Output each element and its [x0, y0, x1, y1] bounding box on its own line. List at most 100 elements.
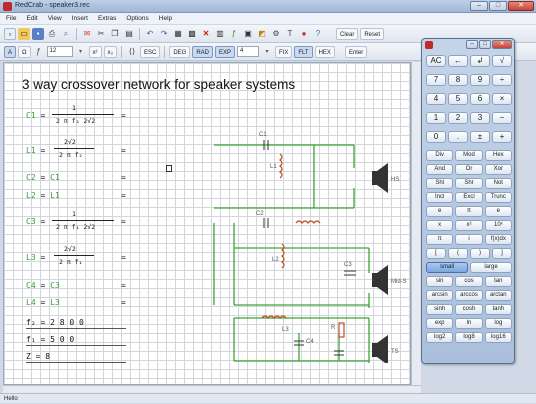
- paste-icon[interactable]: ▤: [123, 28, 135, 40]
- calc-key[interactable]: log8: [455, 332, 483, 343]
- delete-icon[interactable]: ✕: [200, 28, 212, 40]
- image-icon[interactable]: ◩: [256, 28, 268, 40]
- calc-key[interactable]: +: [492, 131, 512, 143]
- new-file-icon[interactable]: ▫: [4, 27, 16, 40]
- subscript-button[interactable]: x₃: [103, 45, 117, 58]
- print-icon[interactable]: ⎙: [46, 28, 58, 40]
- menu-edit[interactable]: Edit: [26, 15, 37, 22]
- calc-key[interactable]: e: [484, 206, 512, 217]
- param-f1[interactable]: f₁ = 5 0 0: [26, 335, 74, 344]
- calc-key[interactable]: 3: [470, 112, 490, 124]
- calc-key[interactable]: x: [426, 220, 454, 231]
- exp-digits-select[interactable]: 4: [237, 46, 260, 57]
- calc-key[interactable]: 4: [426, 93, 446, 105]
- calc-key[interactable]: arctan: [484, 290, 512, 301]
- calc-key[interactable]: 5: [448, 93, 468, 105]
- chevron-down-icon[interactable]: ▾: [75, 46, 87, 58]
- menu-help[interactable]: Help: [159, 15, 172, 22]
- flt-button[interactable]: FLT: [294, 45, 313, 58]
- calc-key[interactable]: log2: [426, 332, 454, 343]
- calc-key[interactable]: AC: [426, 55, 446, 67]
- menu-file[interactable]: File: [6, 15, 16, 22]
- calc-key[interactable]: 8: [448, 74, 468, 86]
- open-folder-icon[interactable]: ▭: [18, 27, 30, 40]
- equation-l3[interactable]: L3 =: [26, 253, 45, 262]
- calc-key[interactable]: π: [426, 234, 454, 245]
- cut-icon[interactable]: ✂: [95, 28, 107, 40]
- calc-key[interactable]: (: [448, 248, 468, 259]
- menu-view[interactable]: View: [48, 15, 62, 22]
- calc-key[interactable]: Shr: [455, 178, 483, 189]
- settings-icon[interactable]: ⚙: [270, 28, 282, 40]
- calc-key[interactable]: Shl: [426, 178, 454, 189]
- calc-key[interactable]: ×: [492, 93, 512, 105]
- calc-key[interactable]: large: [470, 262, 512, 273]
- calc-key[interactable]: ln: [455, 318, 483, 329]
- calc-key[interactable]: exp: [426, 318, 454, 329]
- calc-key[interactable]: cos: [455, 276, 483, 287]
- brackets-icon[interactable]: ⟨⟩: [126, 46, 138, 58]
- symbol-button[interactable]: Ω: [18, 45, 31, 58]
- enter-button[interactable]: Enter: [344, 45, 368, 58]
- redo-icon[interactable]: ↷: [158, 28, 170, 40]
- copy-icon[interactable]: ❐: [109, 28, 121, 40]
- equation-l1[interactable]: L1 =: [26, 146, 45, 155]
- menu-options[interactable]: Options: [126, 15, 148, 22]
- equation-l4[interactable]: L4 = L3: [26, 298, 60, 307]
- rad-button[interactable]: RAD: [192, 45, 213, 58]
- vertical-scrollbar[interactable]: [411, 62, 421, 385]
- calc-maximize-button[interactable]: □: [479, 40, 491, 49]
- function-icon[interactable]: ƒ: [228, 28, 240, 40]
- equation-c4[interactable]: C4 = C3: [26, 281, 60, 290]
- font-icon[interactable]: ƒ: [33, 46, 45, 58]
- calc-key[interactable]: Hex: [484, 150, 512, 161]
- calc-key[interactable]: tanh: [484, 304, 512, 315]
- chevron-down-icon[interactable]: ▾: [261, 46, 273, 58]
- redcrab-icon[interactable]: ♠: [298, 28, 310, 40]
- text-icon[interactable]: T: [284, 28, 296, 40]
- calc-key[interactable]: 1: [426, 112, 446, 124]
- calc-key[interactable]: sinh: [426, 304, 454, 315]
- param-f2[interactable]: f₂ = 2 8 0 0: [26, 318, 84, 327]
- calc-key[interactable]: f(x)dx: [484, 234, 512, 245]
- esc-button[interactable]: ESC: [139, 45, 161, 58]
- calc-key[interactable]: 10ˣ: [484, 220, 512, 231]
- calc-minimize-button[interactable]: –: [466, 40, 478, 49]
- clear-button[interactable]: Clear: [336, 27, 359, 40]
- calc-key[interactable]: ): [470, 248, 490, 259]
- calc-key[interactable]: Div: [426, 150, 454, 161]
- calc-key[interactable]: Mod: [455, 150, 483, 161]
- deg-button[interactable]: DEG: [169, 45, 191, 58]
- superscript-button[interactable]: x²: [88, 45, 102, 58]
- calc-key[interactable]: √: [492, 55, 512, 67]
- calc-key[interactable]: small: [426, 262, 468, 273]
- calc-key[interactable]: e: [426, 206, 454, 217]
- calc-key[interactable]: arcsin: [426, 290, 454, 301]
- calc-key[interactable]: [: [426, 248, 446, 259]
- equation-c1[interactable]: C1 =: [26, 111, 45, 120]
- calc-key[interactable]: tan: [484, 276, 512, 287]
- menu-extras[interactable]: Extras: [98, 15, 116, 22]
- matrix-icon[interactable]: ▣: [242, 28, 254, 40]
- chart-icon[interactable]: ▥: [214, 28, 226, 40]
- equation-c3[interactable]: C3 =: [26, 217, 45, 226]
- param-z[interactable]: Z = 8: [26, 352, 50, 361]
- equation-l2[interactable]: L2 = L1: [26, 191, 60, 200]
- calc-key[interactable]: 6: [470, 93, 490, 105]
- calc-key[interactable]: −: [492, 112, 512, 124]
- horizontal-scrollbar[interactable]: [3, 385, 421, 393]
- calc-key[interactable]: 2: [448, 112, 468, 124]
- hex-button[interactable]: HEX: [314, 45, 335, 58]
- calc-close-button[interactable]: ✕: [492, 40, 512, 49]
- equation-c2[interactable]: C2 = C1: [26, 173, 60, 182]
- calc-key[interactable]: 0: [426, 131, 446, 143]
- calc-key[interactable]: log16: [484, 332, 512, 343]
- worksheet[interactable]: 3 way crossover network for speaker syst…: [3, 62, 411, 385]
- calc-key[interactable]: Or: [455, 164, 483, 175]
- calc-key[interactable]: ↲: [470, 55, 490, 67]
- calc-key[interactable]: Trunc: [484, 192, 512, 203]
- calc-key[interactable]: ←: [448, 55, 468, 67]
- font-color-button[interactable]: A: [4, 45, 17, 58]
- reset-button[interactable]: Reset: [360, 27, 385, 40]
- preview-icon[interactable]: ⌕: [60, 28, 72, 40]
